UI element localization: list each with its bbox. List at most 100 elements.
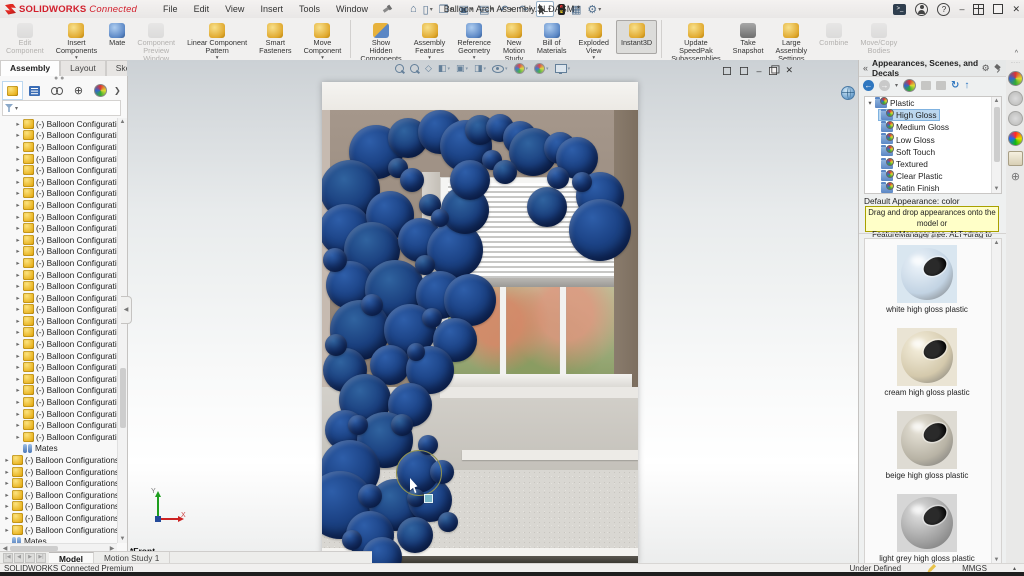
tree-item[interactable]: ▸(-) Balloon Configurations	[0, 419, 117, 431]
tree-item[interactable]: ▸(-) Balloon Configurations	[0, 153, 117, 165]
ribbon-collapse-chevron[interactable]: ^	[1015, 50, 1018, 57]
ribbon-insert-components-button[interactable]: Insert Components▾	[51, 20, 102, 62]
menu-insert[interactable]: Insert	[252, 2, 291, 16]
tree-item[interactable]: ▸(-) Balloon Configurations	[0, 257, 117, 269]
globe-icon[interactable]	[841, 86, 855, 100]
ribbon-bill-of-materials-button[interactable]: Bill of Materials	[532, 20, 572, 62]
resources-strip-icon[interactable]	[1008, 131, 1023, 146]
appearance-category-clear-plastic[interactable]: Clear Plastic	[865, 170, 1001, 182]
balloon[interactable]	[572, 172, 592, 192]
tree-vertical-scrollbar[interactable]: ▲ ▼	[117, 118, 127, 543]
traffic-light-icon[interactable]	[556, 2, 567, 16]
collapse-chevrons-icon[interactable]: «	[859, 63, 872, 73]
tab-scroll-last[interactable]: ▶|	[36, 553, 46, 563]
balloon[interactable]	[431, 209, 449, 227]
tree-item[interactable]: ▸(-) Balloon Configurations<7>	[0, 524, 117, 536]
tree-item[interactable]: ▸(-) Balloon Configurations	[0, 361, 117, 373]
origin-strip-icon[interactable]: ⊕	[1009, 171, 1022, 184]
tree-item[interactable]: Mates	[0, 443, 117, 455]
panel-collapse-tab[interactable]: ◀	[121, 296, 132, 324]
tree-item[interactable]: ▸(-) Balloon Configurations	[0, 118, 117, 130]
tree-item[interactable]: Mates	[0, 535, 117, 543]
menu-file[interactable]: File	[155, 2, 186, 16]
save-icon[interactable]: ▣▾	[457, 2, 475, 16]
zoom-fit-icon[interactable]	[395, 64, 404, 73]
instant3d-drag-handle[interactable]	[424, 494, 433, 503]
tree-item[interactable]: ▸(-) Balloon Configurations<5>	[0, 501, 117, 513]
tree-item[interactable]: ▸(-) Balloon Configurations	[0, 292, 117, 304]
user-account-icon[interactable]	[915, 3, 928, 16]
forward-button[interactable]: →	[879, 80, 890, 91]
tree-item[interactable]: ▸(-) Balloon Configurations	[0, 315, 117, 327]
balloon[interactable]	[493, 160, 517, 184]
home-icon[interactable]: ⌂	[408, 2, 419, 16]
tree-item[interactable]: ▸(-) Balloon Configurations	[0, 408, 117, 420]
doc-new-window-icon[interactable]	[723, 67, 731, 75]
appearance-category-satin-finish[interactable]: Satin Finish	[865, 182, 1001, 194]
zoom-area-icon[interactable]	[410, 64, 419, 73]
ribbon-reference-geometry-button[interactable]: Reference Geometry▾	[452, 20, 496, 62]
open-icon[interactable]: ❒▾	[437, 2, 455, 16]
appearance-category-soft-touch[interactable]: Soft Touch	[865, 146, 1001, 158]
tree-item[interactable]: ▸(-) Balloon Configurations<4>	[0, 489, 117, 501]
balloon[interactable]	[397, 517, 433, 553]
tree-item[interactable]: ▸(-) Balloon Configurations	[0, 130, 117, 142]
restore-button[interactable]	[993, 4, 1003, 14]
options-gear-icon[interactable]: ⚙▾	[585, 2, 603, 16]
view-orientation-icon[interactable]: ▣▾	[456, 63, 468, 74]
appearance-category-high-gloss[interactable]: High Gloss	[865, 109, 1001, 121]
tree-item[interactable]: ▸(-) Balloon Configurations	[0, 350, 117, 362]
tree-item[interactable]: ▸(-) Balloon Configurations	[0, 327, 117, 339]
balloon[interactable]	[391, 414, 413, 436]
tree-filter-box[interactable]: ▾	[2, 100, 121, 116]
tree-item[interactable]: ▸(-) Balloon Configurations	[0, 304, 117, 316]
tree-item[interactable]: ▸(-) Balloon Configurations	[0, 431, 117, 443]
new-document-icon[interactable]: ▯▾	[421, 2, 435, 16]
ribbon-take-snapshot-button[interactable]: Take Snapshot	[728, 20, 769, 62]
tab-layout[interactable]: Layout	[60, 60, 106, 76]
previous-view-icon[interactable]: ◇	[425, 63, 432, 74]
ribbon-assembly-features-button[interactable]: Assembly Features▾	[409, 20, 451, 62]
doc-minimize-button[interactable]: –	[756, 66, 761, 76]
cells-icon[interactable]: ▦	[569, 2, 583, 16]
tree-item[interactable]: ▸(-) Balloon Configurations	[0, 338, 117, 350]
tree-item[interactable]: ▸(-) Balloon Configurations	[0, 164, 117, 176]
tree-item[interactable]: ▸(-) Balloon Configurations<1>	[0, 454, 117, 466]
balloon[interactable]	[342, 530, 362, 550]
balloon[interactable]	[323, 248, 347, 272]
select-cursor-icon[interactable]: ▾	[536, 1, 554, 17]
up-level-icon[interactable]: ↑	[964, 80, 969, 91]
appearance-category-plastic[interactable]: ▾Plastic	[865, 97, 1001, 109]
balloon[interactable]	[547, 167, 569, 189]
appearances-home-icon[interactable]	[903, 79, 916, 92]
menu-tools[interactable]: Tools	[291, 2, 328, 16]
tree-item[interactable]: ▸(-) Balloon Configurations	[0, 176, 117, 188]
tab-display-manager[interactable]	[90, 81, 111, 100]
tab-scroll-next[interactable]: ▶	[25, 553, 35, 563]
doc-close-button[interactable]: ✕	[785, 65, 793, 76]
appearance-swatch[interactable]: white high gloss plastic	[865, 245, 989, 314]
redo-icon[interactable]: ↷▾	[517, 2, 534, 16]
balloon[interactable]	[361, 294, 383, 316]
minimize-button[interactable]: –	[959, 4, 964, 14]
tab-feature-manager-tree[interactable]	[2, 81, 23, 100]
balloon[interactable]	[569, 199, 631, 261]
tree-item[interactable]: ▸(-) Balloon Configurations	[0, 385, 117, 397]
appearance-swatch[interactable]: cream high gloss plastic	[865, 328, 989, 397]
appearance-category-textured[interactable]: Textured	[865, 158, 1001, 170]
balloon[interactable]	[407, 343, 425, 361]
tree-item[interactable]: ▸(-) Balloon Configurations<2>	[0, 466, 117, 478]
tab-assembly[interactable]: Assembly	[0, 60, 60, 76]
strip-drag-dots[interactable]: ⋯⋯	[1006, 60, 1024, 66]
file-explorer-strip-icon[interactable]	[1008, 111, 1023, 126]
balloon[interactable]	[415, 255, 435, 275]
tab-configuration-manager[interactable]	[46, 81, 67, 100]
balloon[interactable]	[527, 187, 567, 227]
tree-item[interactable]: ▸(-) Balloon Configurations	[0, 222, 117, 234]
tab-scroll-first[interactable]: |◀	[3, 553, 13, 563]
tree-item[interactable]: ▸(-) Balloon Configurations<3>	[0, 477, 117, 489]
balloon[interactable]	[422, 308, 442, 328]
tab-property-manager[interactable]	[24, 81, 45, 100]
doc-restore-button[interactable]	[769, 67, 777, 75]
design-library-strip-icon[interactable]	[1008, 151, 1023, 166]
